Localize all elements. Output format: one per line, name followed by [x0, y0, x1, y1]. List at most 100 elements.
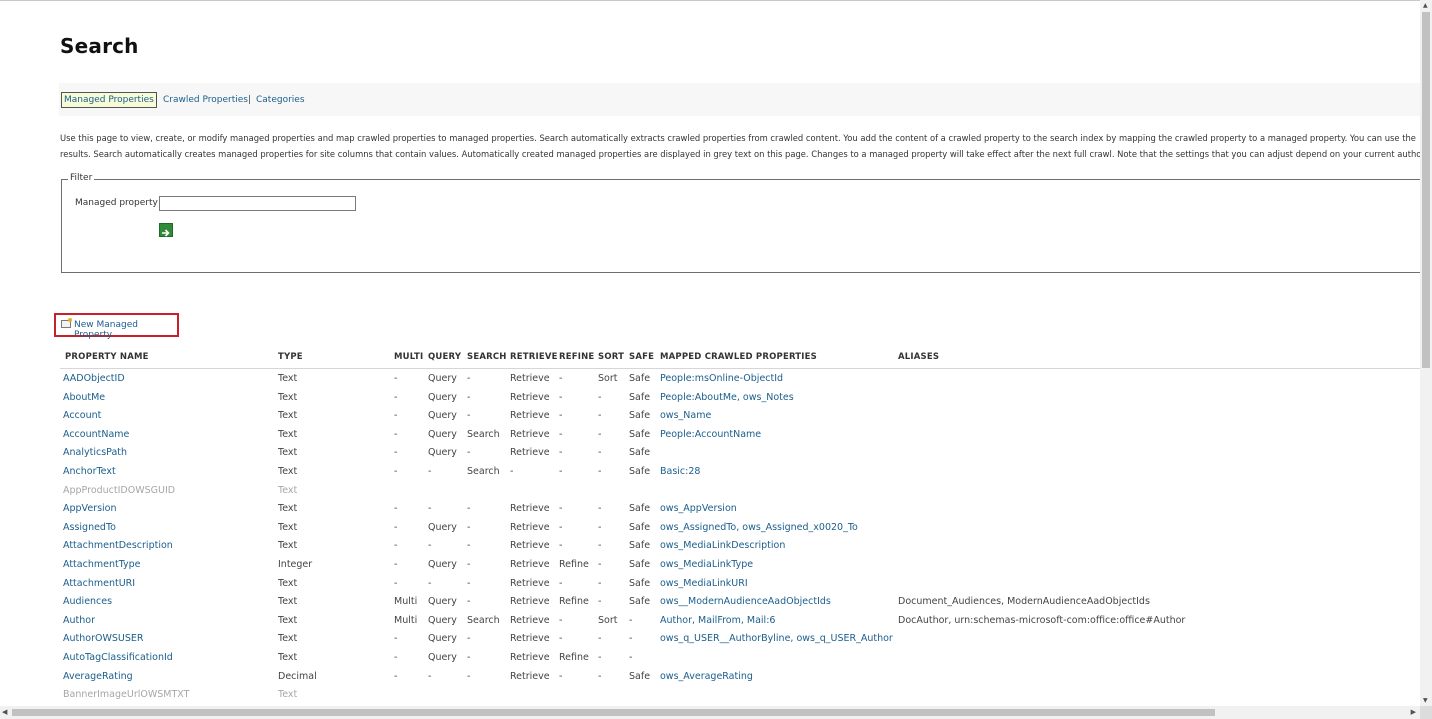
filter-go-button[interactable]	[159, 223, 173, 237]
retrieve-cell: Retrieve	[510, 670, 550, 682]
managed-property-input[interactable]	[159, 196, 356, 211]
scroll-up-icon[interactable]: ▲	[1423, 2, 1428, 9]
mapped-crawled-properties-link[interactable]: ows_q_USER__AuthorByline, ows_q_USER_Aut…	[660, 633, 893, 644]
property-name-link[interactable]: AboutMe	[63, 392, 105, 403]
top-border	[0, 0, 1420, 1]
vertical-scroll-thumb[interactable]	[1422, 12, 1430, 368]
sort-cell: -	[598, 391, 602, 403]
table-row: AssignedTo Text - Query - Retrieve - - Safe ows_A…	[0, 519, 1420, 537]
property-name-link[interactable]: Audiences	[63, 596, 112, 607]
search-cell: -	[467, 447, 471, 459]
new-managed-property-button[interactable]: New Managed Property	[54, 313, 179, 340]
property-name-link[interactable]: AttachmentDescription	[63, 540, 173, 551]
header-divider	[60, 368, 1420, 369]
property-name-link[interactable]: BannerImageUrlOWSMTXT	[63, 689, 189, 700]
table-row: AttachmentURI Text - - - Retrieve - - Safe ows_Me…	[0, 575, 1420, 593]
mapped-crawled-properties-link[interactable]: ows_AssignedTo, ows_Assigned_x0020_To	[660, 522, 858, 533]
property-name-link[interactable]: AppVersion	[63, 503, 117, 514]
property-name-link[interactable]: AccountName	[63, 429, 129, 440]
query-cell: Query	[428, 614, 457, 626]
multi-cell: -	[394, 540, 398, 552]
tab-categories[interactable]: Categories	[256, 95, 305, 105]
multi-cell: -	[394, 503, 398, 515]
safe-cell: Safe	[629, 503, 651, 515]
sort-cell: -	[598, 410, 602, 422]
query-cell: -	[428, 577, 432, 589]
retrieve-cell: Retrieve	[510, 652, 550, 663]
query-cell: Query	[428, 391, 457, 403]
safe-cell: -	[629, 614, 633, 626]
refine-cell: -	[559, 521, 563, 533]
property-type: Text	[278, 484, 298, 496]
sort-cell: -	[598, 428, 602, 440]
search-cell: -	[467, 559, 471, 570]
scroll-right-icon[interactable]: ▶	[1411, 708, 1416, 716]
safe-cell: Safe	[629, 596, 651, 608]
property-name-link[interactable]: AttachmentURI	[63, 578, 135, 589]
refine-cell: -	[559, 503, 563, 515]
mapped-crawled-properties-link[interactable]: ows_Name	[660, 410, 711, 421]
search-schema-page: Search Managed Properties | Crawled Prop…	[0, 0, 1432, 719]
page-title: Search	[60, 34, 139, 58]
scroll-down-icon[interactable]: ▼	[1423, 697, 1428, 704]
tab-crawled-properties[interactable]: Crawled Properties	[163, 95, 248, 105]
tab-managed-properties[interactable]: Managed Properties	[61, 92, 157, 108]
multi-cell: -	[394, 466, 398, 477]
multi-cell: -	[394, 391, 398, 403]
mapped-crawled-properties-link[interactable]: People:AboutMe, ows_Notes	[660, 392, 794, 403]
column-header-mapped-crawled-properties: MAPPED CRAWLED PROPERTIES	[660, 352, 817, 362]
safe-cell: Safe	[629, 559, 651, 570]
property-name-link[interactable]: AppProductIDOWSGUID	[63, 485, 175, 496]
property-name-link[interactable]: AADObjectID	[63, 373, 125, 384]
vertical-scrollbar[interactable]: ▲ ▼	[1420, 0, 1432, 706]
property-name-link[interactable]: AnalyticsPath	[63, 447, 127, 458]
retrieve-cell: Retrieve	[510, 577, 550, 589]
property-name-link[interactable]: AnchorText	[63, 466, 116, 477]
property-name-link[interactable]: Author	[63, 615, 95, 626]
description-line: Use this page to view, create, or modify…	[60, 133, 1416, 143]
refine-cell: -	[559, 428, 563, 440]
property-type: Text	[278, 540, 298, 552]
property-name-link[interactable]: Account	[63, 410, 101, 421]
horizontal-scrollbar[interactable]: ◀ ▶	[0, 706, 1420, 719]
mapped-crawled-properties-link[interactable]: ows_MediaLinkDescription	[660, 540, 785, 551]
table-row: AuthorOWSUSER Text - Query - Retrieve - - - ows_q…	[0, 630, 1420, 648]
retrieve-cell: Retrieve	[510, 447, 550, 459]
filter-legend: Filter	[68, 173, 95, 183]
mapped-crawled-properties-link[interactable]: ows_AverageRating	[660, 671, 753, 682]
table-row: AppVersion Text - - - Retrieve - - Safe ows_AppVe…	[0, 500, 1420, 518]
search-cell: Search	[467, 428, 500, 440]
sort-cell: -	[598, 577, 602, 589]
mapped-crawled-properties-link[interactable]: People:msOnline-ObjectId	[660, 373, 783, 384]
mapped-crawled-properties-link[interactable]: ows_AppVersion	[660, 503, 737, 514]
table-row: AnchorText Text - - Search - - - Safe Basic:28	[0, 463, 1420, 481]
mapped-crawled-properties-link[interactable]: Author, MailFrom, Mail:6	[660, 615, 775, 626]
property-type: Text	[278, 689, 298, 701]
multi-cell: Multi	[394, 614, 418, 626]
property-name-link[interactable]: AssignedTo	[63, 522, 116, 533]
search-cell: -	[467, 652, 471, 663]
mapped-crawled-properties-link[interactable]: People:AccountName	[660, 429, 761, 440]
search-cell: -	[467, 540, 471, 552]
mapped-crawled-properties-link[interactable]: ows__ModernAudienceAadObjectIds	[660, 596, 831, 607]
query-cell: -	[428, 670, 432, 682]
property-name-link[interactable]: AttachmentType	[63, 559, 141, 570]
query-cell: Query	[428, 428, 457, 440]
safe-cell: Safe	[629, 540, 651, 552]
property-name-link[interactable]: AverageRating	[63, 671, 133, 682]
safe-cell: -	[629, 633, 633, 645]
property-name-link[interactable]: AuthorOWSUSER	[63, 633, 143, 644]
scroll-left-icon[interactable]: ◀	[2, 708, 7, 716]
horizontal-scroll-thumb[interactable]	[12, 709, 1215, 716]
table-row: AttachmentDescription Text - - - Retrieve - - Sa…	[0, 537, 1420, 555]
retrieve-cell: Retrieve	[510, 428, 550, 440]
property-type: Text	[278, 652, 298, 663]
property-type: Text	[278, 391, 298, 403]
mapped-crawled-properties-link[interactable]: ows_MediaLinkType	[660, 559, 753, 570]
mapped-crawled-properties-link[interactable]: ows_MediaLinkURI	[660, 578, 748, 589]
retrieve-cell: Retrieve	[510, 373, 550, 384]
mapped-crawled-properties-link[interactable]: Basic:28	[660, 466, 700, 477]
column-header-query: QUERY	[428, 352, 462, 362]
property-name-link[interactable]: AutoTagClassificationId	[63, 652, 173, 663]
retrieve-cell: Retrieve	[510, 633, 550, 645]
